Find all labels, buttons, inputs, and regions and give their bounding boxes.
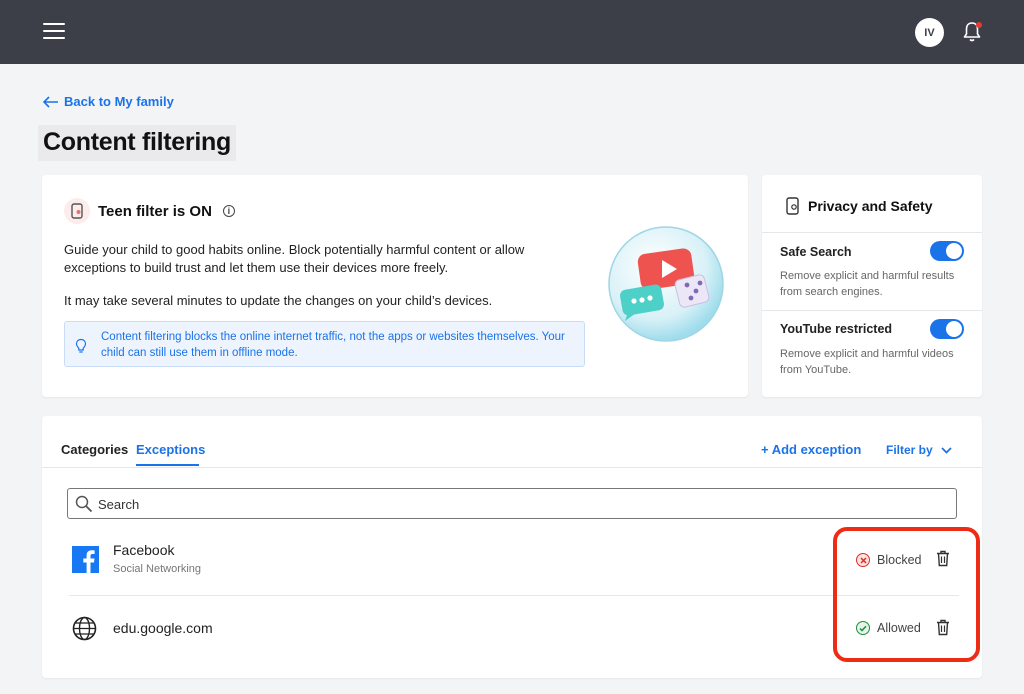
filter-header: Teen filter is ON i <box>64 198 235 224</box>
update-note: It may take several minutes to update th… <box>64 293 493 308</box>
exception-name: edu.google.com <box>113 620 213 636</box>
tab-exceptions[interactable]: Exceptions <box>136 442 205 457</box>
tab-categories[interactable]: Categories <box>61 442 128 457</box>
safe-search-toggle[interactable] <box>930 241 964 261</box>
lightbulb-icon <box>75 338 87 353</box>
privacy-header: Privacy and Safety <box>786 197 933 215</box>
trash-icon[interactable] <box>936 550 950 567</box>
safe-search-title: Safe Search <box>780 245 852 259</box>
notice-text: Content filtering blocks the online inte… <box>101 331 565 359</box>
tabs-divider <box>42 467 982 468</box>
offline-notice: Content filtering blocks the online inte… <box>64 321 585 367</box>
filter-description: Guide your child to good habits online. … <box>64 242 525 275</box>
add-exception-button[interactable]: + Add exception <box>761 442 861 457</box>
active-tab-indicator <box>136 464 199 466</box>
back-link-label: Back to My family <box>64 94 174 109</box>
status-label: Blocked <box>877 553 922 567</box>
search-input[interactable] <box>98 493 948 515</box>
phone-shield-icon <box>64 198 90 224</box>
filter-by-label: Filter by <box>886 443 933 457</box>
trash-icon[interactable] <box>936 619 950 636</box>
exception-category: Social Networking <box>113 563 202 575</box>
notification-dot <box>976 22 982 28</box>
hamburger-menu-icon[interactable] <box>43 23 65 41</box>
status-label: Allowed <box>877 621 921 635</box>
teen-filter-card: Teen filter is ON i Guide your child to … <box>42 175 748 397</box>
content-bubble-illustration <box>608 226 724 342</box>
search-box[interactable] <box>67 488 957 519</box>
safe-search-description: Remove explicit and harmful results from… <box>780 270 955 298</box>
row-divider <box>69 595 959 596</box>
filter-status-title: Teen filter is ON <box>98 202 212 220</box>
divider <box>762 310 982 311</box>
youtube-restricted-toggle[interactable] <box>930 319 964 339</box>
back-link[interactable]: Back to My family <box>43 94 174 109</box>
youtube-restricted-description: Remove explicit and harmful videos from … <box>780 348 954 376</box>
filter-by-dropdown[interactable]: Filter by <box>886 443 952 457</box>
info-icon[interactable]: i <box>222 205 235 217</box>
allowed-icon <box>856 621 870 635</box>
status-badge[interactable]: Blocked <box>856 553 921 567</box>
search-icon <box>75 495 93 513</box>
page-title: Content filtering <box>38 125 236 161</box>
privacy-safety-card: Privacy and Safety Safe Search Remove ex… <box>762 175 982 397</box>
privacy-title: Privacy and Safety <box>808 198 933 214</box>
top-bar: IV <box>0 0 1024 64</box>
divider <box>762 232 982 233</box>
globe-icon <box>72 616 97 641</box>
status-badge[interactable]: Allowed <box>856 621 921 635</box>
exception-name: Facebook <box>113 542 175 558</box>
avatar[interactable]: IV <box>915 18 944 47</box>
blocked-icon <box>856 553 870 567</box>
chevron-down-icon <box>941 446 952 454</box>
facebook-icon <box>72 546 99 573</box>
arrow-left-icon <box>43 95 58 108</box>
phone-shield-icon <box>786 197 799 215</box>
exceptions-card: Categories Exceptions + Add exception Fi… <box>42 416 982 678</box>
youtube-restricted-title: YouTube restricted <box>780 322 893 336</box>
